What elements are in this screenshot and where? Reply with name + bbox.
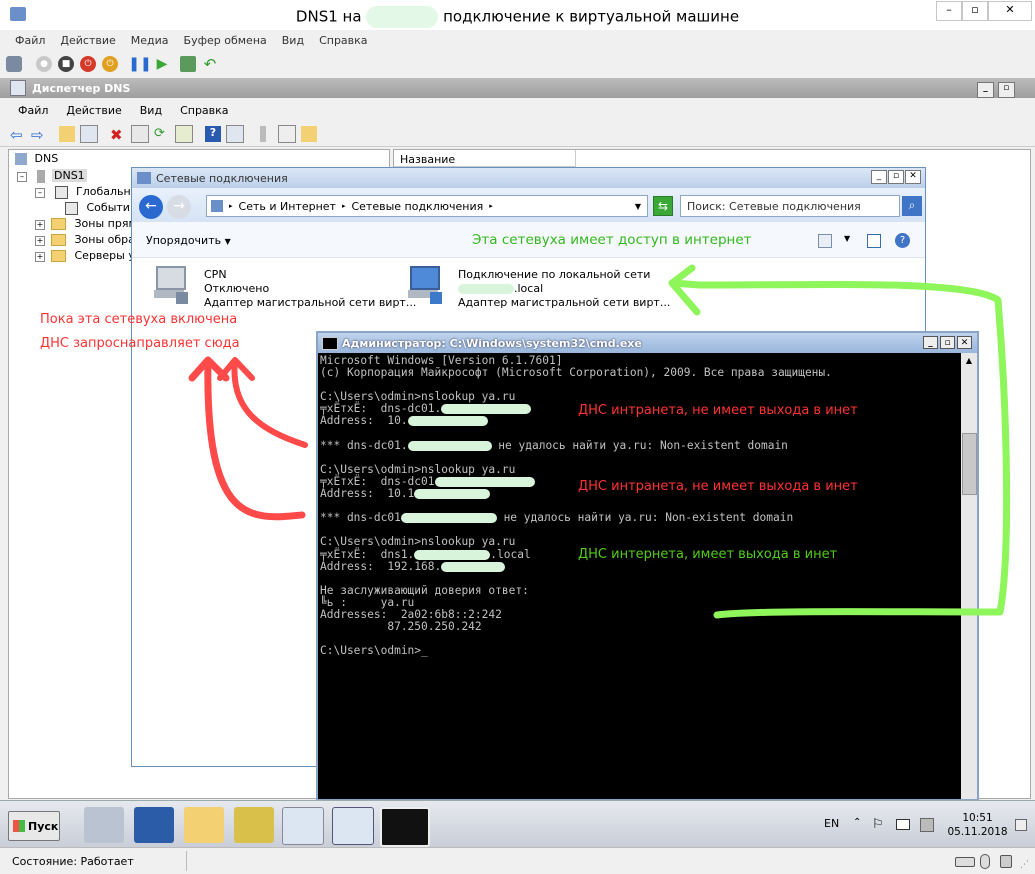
- clock[interactable]: 10:51 05.11.2018: [940, 811, 1015, 839]
- explorer-icon[interactable]: [184, 807, 224, 843]
- taskbar: Пуск EN ⌃ ⚐ 10:51 05.11.2018: [0, 800, 1035, 847]
- show-hidden-icons[interactable]: ⌃: [853, 817, 861, 828]
- clock-date: 05.11.2018: [947, 826, 1008, 838]
- network-map-icon[interactable]: [282, 807, 324, 845]
- display-icon[interactable]: [896, 819, 910, 830]
- status-divider: [186, 851, 187, 871]
- vm-status-bar: Состояние: Работает ⋰: [0, 847, 1035, 874]
- vm-status: Состояние: Работает: [12, 854, 134, 868]
- start-button[interactable]: Пуск: [8, 811, 60, 841]
- control-panel-icon[interactable]: [332, 807, 374, 845]
- network-status-icon[interactable]: [920, 818, 934, 832]
- cmd-task-icon[interactable]: [380, 807, 430, 847]
- start-label: Пуск: [28, 819, 59, 833]
- red-arrow-1: [217, 357, 308, 448]
- show-desktop-icon[interactable]: [1015, 819, 1027, 831]
- lock-icon: [1000, 855, 1012, 868]
- windows-logo-icon: [13, 820, 25, 832]
- flag-icon[interactable]: ⚐: [872, 817, 884, 832]
- clock-time: 10:51: [962, 812, 993, 824]
- powershell-icon[interactable]: [134, 807, 174, 843]
- mouse-icon: [980, 854, 990, 869]
- keyboard-icon: [955, 857, 975, 867]
- annotation-arrows: [188, 264, 1011, 619]
- server-manager-icon[interactable]: [84, 807, 124, 843]
- resize-grip-icon[interactable]: ⋰: [1020, 860, 1029, 870]
- lang-indicator[interactable]: EN: [824, 817, 839, 830]
- tools-icon[interactable]: [234, 807, 274, 843]
- green-arrow: [668, 264, 1011, 619]
